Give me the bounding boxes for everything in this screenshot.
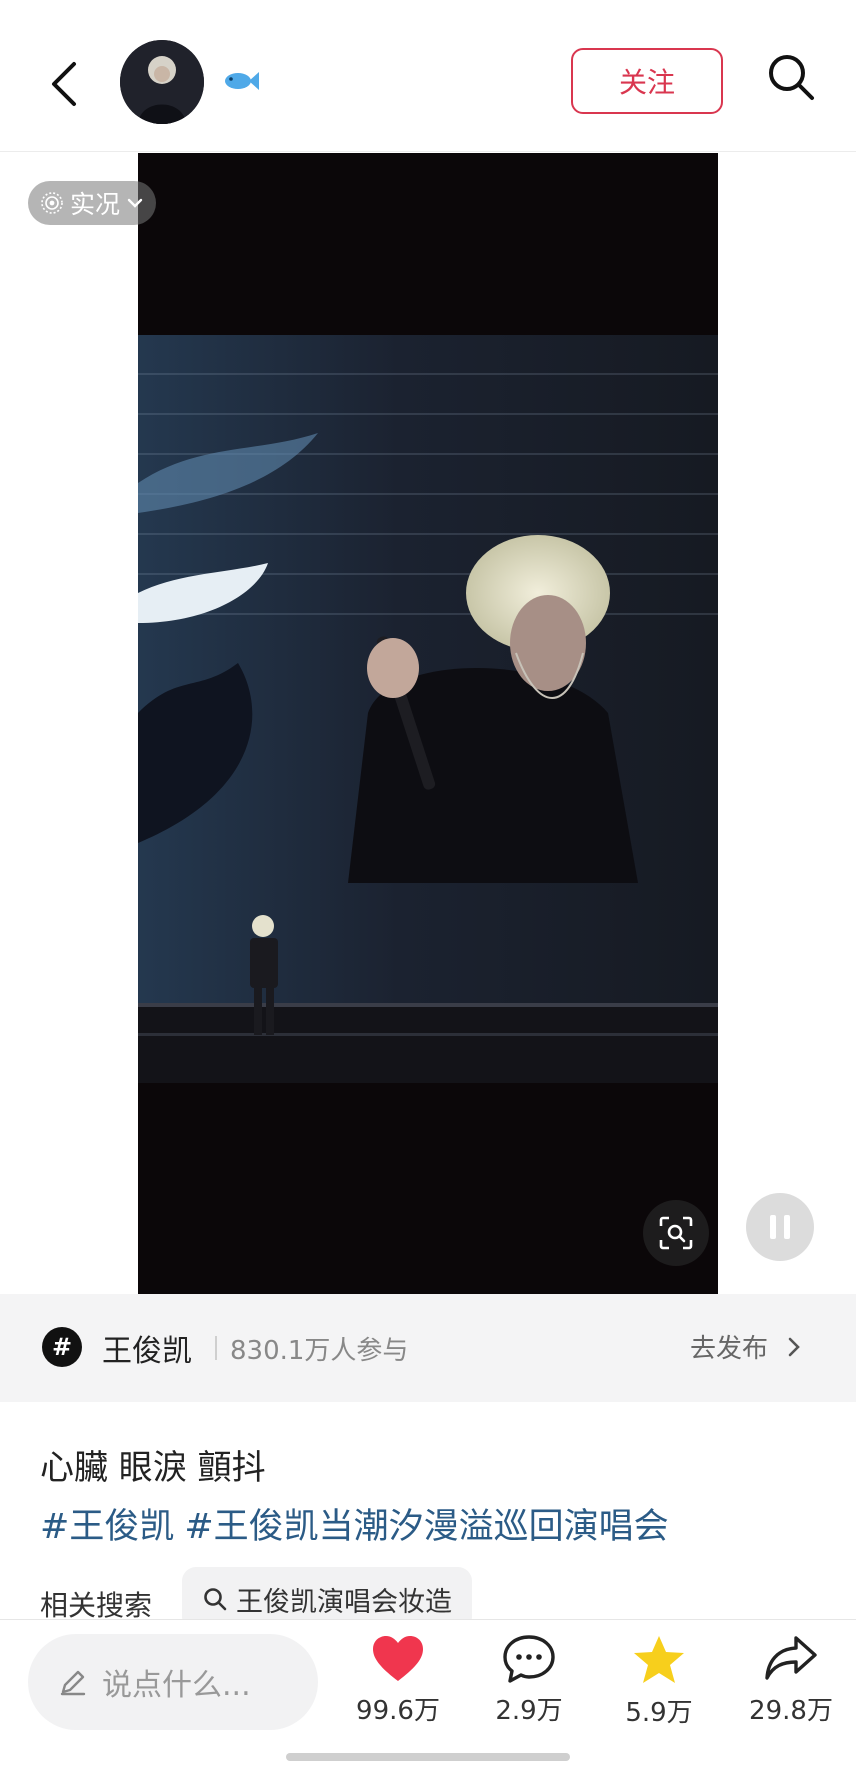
video-player[interactable]: [138, 153, 718, 1294]
share-arrow-icon: [765, 1636, 817, 1680]
media-area: 实况: [0, 153, 856, 1294]
live-photo-icon: [41, 192, 63, 214]
chevron-right-icon: [788, 1337, 800, 1356]
pause-button[interactable]: [746, 1193, 814, 1261]
visual-search-button[interactable]: [643, 1200, 709, 1266]
follow-button[interactable]: 关注: [571, 48, 723, 114]
topic-name: 王俊凯: [102, 1334, 192, 1369]
publish-label: 去发布: [690, 1334, 769, 1364]
heart-icon: [373, 1636, 423, 1681]
bottom-action-bar: 说点什么... 99.6万 2.9万 5.9万 29.8万: [0, 1619, 856, 1766]
post-caption: 心臟 眼淚 顫抖: [40, 1448, 266, 1488]
top-bar: 关注: [0, 0, 856, 152]
topic-bar[interactable]: # 王俊凯 830.1万人参与 去发布: [0, 1294, 856, 1402]
hashtag-list: #王俊凯 #王俊凯当潮汐漫溢巡回演唱会: [40, 1498, 669, 1549]
related-search-query: 王俊凯演唱会妆造: [236, 1586, 452, 1618]
concert-video-frame: [138, 153, 718, 1294]
live-photo-label: 实况: [70, 190, 121, 219]
comment-button[interactable]: 2.9万: [474, 1634, 584, 1727]
search-button[interactable]: [762, 48, 820, 106]
comment-count: 2.9万: [495, 1696, 563, 1726]
hashtag-icon: #: [42, 1327, 82, 1367]
publish-link[interactable]: 去发布: [690, 1328, 802, 1365]
search-icon: [769, 55, 814, 100]
hashtag-link[interactable]: #王俊凯当潮汐漫溢巡回演唱会: [184, 1498, 668, 1549]
chevron-down-icon: [127, 198, 143, 208]
like-button[interactable]: 99.6万: [343, 1634, 453, 1727]
hashtag-link[interactable]: #王俊凯: [40, 1498, 174, 1549]
comment-placeholder: 说点什么...: [102, 1668, 251, 1703]
share-button[interactable]: 29.8万: [736, 1634, 846, 1727]
topic-participants: 830.1万人参与: [230, 1336, 409, 1366]
fish-icon: [225, 72, 259, 90]
home-indicator[interactable]: [286, 1753, 570, 1761]
back-button[interactable]: [40, 52, 88, 116]
related-search-label: 相关搜索: [40, 1589, 153, 1622]
search-icon: [204, 1588, 227, 1611]
share-count: 29.8万: [749, 1696, 833, 1726]
pencil-icon: [60, 1670, 86, 1696]
comment-input[interactable]: 说点什么...: [28, 1634, 318, 1730]
pause-icon: [770, 1215, 790, 1239]
favorite-count: 5.9万: [625, 1698, 693, 1728]
comment-bubble-icon: [503, 1635, 555, 1683]
author-avatar[interactable]: [120, 40, 204, 124]
topic-divider: [215, 1336, 217, 1360]
favorite-button[interactable]: 5.9万: [604, 1634, 714, 1729]
scan-icon: [659, 1216, 693, 1250]
star-icon: [634, 1636, 684, 1683]
chevron-left-icon: [52, 62, 76, 106]
live-photo-chip[interactable]: 实况: [28, 181, 157, 225]
like-count: 99.6万: [356, 1696, 440, 1726]
